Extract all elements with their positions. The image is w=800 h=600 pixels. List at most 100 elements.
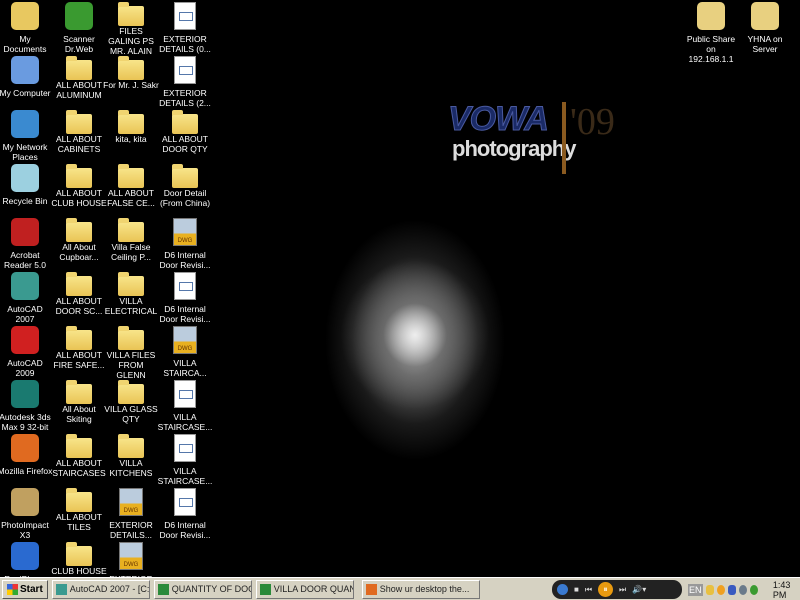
icon-label: PhotoImpact X3 bbox=[1, 520, 49, 540]
taskbar-button[interactable]: Show ur desktop the... bbox=[361, 579, 480, 599]
icon-label: VILLA FILES FROM GLENN bbox=[106, 350, 156, 380]
desktop-icon[interactable]: ALL ABOUT CLUB HOUSE bbox=[51, 162, 107, 208]
task-app-icon bbox=[259, 583, 271, 595]
icon-label: ALL ABOUT STAIRCASES bbox=[52, 458, 106, 478]
desktop-icon[interactable]: VILLA FILES FROM GLENN bbox=[103, 324, 159, 380]
dwg-file-icon: DWG bbox=[119, 542, 143, 570]
document-icon bbox=[174, 56, 196, 84]
desktop-icon[interactable]: D6 Internal Door Revisi... bbox=[157, 270, 213, 324]
dwg-file-icon: DWG bbox=[173, 326, 197, 354]
start-button[interactable]: Start bbox=[2, 579, 48, 599]
desktop-icon[interactable]: ALL ABOUT TILES bbox=[51, 486, 107, 532]
desktop-icon[interactable]: VILLA GLASS QTY bbox=[103, 378, 159, 424]
taskbar-button[interactable]: QUANTITY OF DOOR... bbox=[153, 579, 252, 599]
icon-label: ALL ABOUT CLUB HOUSE bbox=[51, 188, 107, 208]
taskbar-button[interactable]: AutoCAD 2007 - [C:\... bbox=[51, 579, 150, 599]
taskbar-button[interactable]: VILLA DOOR QUANTI... bbox=[255, 579, 354, 599]
folder-icon bbox=[66, 272, 92, 296]
desktop-icon[interactable]: ALL ABOUT DOOR QTY bbox=[157, 108, 213, 154]
shortcut-icon bbox=[11, 218, 39, 246]
desktop-icon[interactable]: Mozilla Firefox bbox=[0, 432, 53, 476]
desktop-icon[interactable]: VILLA ELECTRICAL bbox=[103, 270, 159, 316]
desktop-icon[interactable]: EXTERIOR DETAILS (0... bbox=[157, 0, 213, 54]
desktop-icon[interactable]: My Computer bbox=[0, 54, 53, 98]
desktop-icon[interactable]: My Documents bbox=[0, 0, 53, 54]
windows-flag-icon bbox=[7, 583, 18, 595]
icon-label: EXTERIOR DETAILS... bbox=[109, 520, 153, 540]
icon-label: Recycle Bin bbox=[2, 196, 48, 206]
icon-label: AutoCAD 2009 bbox=[7, 358, 43, 378]
desktop-icon[interactable]: Scanner Dr.Web bbox=[51, 0, 107, 54]
shortcut-icon bbox=[11, 2, 39, 30]
pause-button[interactable]: ⏸ bbox=[598, 582, 614, 597]
tray-antivirus-icon[interactable] bbox=[749, 584, 758, 595]
icon-label: Mozilla Firefox bbox=[0, 466, 53, 476]
volume-button[interactable]: 🔊▾ bbox=[632, 585, 646, 594]
icon-label: ALL ABOUT DOOR SC... bbox=[55, 296, 103, 316]
desktop-icon[interactable]: ALL ABOUT DOOR SC... bbox=[51, 270, 107, 316]
desktop-icon[interactable]: VILLA KITCHENS bbox=[103, 432, 159, 478]
desktop-icon[interactable]: Villa False Ceiling P... bbox=[103, 216, 159, 262]
document-icon bbox=[174, 434, 196, 462]
shortcut-icon bbox=[11, 56, 39, 84]
desktop-icon[interactable]: DWG VILLA STAIRCA... bbox=[157, 324, 213, 378]
stop-button[interactable]: ■ bbox=[574, 585, 579, 594]
desktop-icon[interactable]: EXTERIOR DETAILS (2... bbox=[157, 54, 213, 108]
media-logo-icon[interactable] bbox=[557, 584, 568, 595]
icon-label: Scanner Dr.Web bbox=[63, 34, 95, 54]
folder-icon bbox=[118, 218, 144, 242]
icon-label: ALL ABOUT TILES bbox=[56, 512, 102, 532]
desktop-icon[interactable]: Autodesk 3ds Max 9 32-bit bbox=[0, 378, 53, 432]
dwg-file-icon: DWG bbox=[119, 488, 143, 516]
desktop-icon[interactable]: FILES GALING PS MR. ALAIN bbox=[103, 0, 159, 56]
desktop-icon[interactable]: ALL ABOUT ALUMINUM bbox=[51, 54, 107, 100]
desktop-icon[interactable]: CLUB HOUSE bbox=[51, 540, 107, 576]
desktop-icon[interactable]: ALL ABOUT FIRE SAFE... bbox=[51, 324, 107, 370]
desktop-icon[interactable]: Recycle Bin bbox=[0, 162, 53, 206]
icon-label: ALL ABOUT FIRE SAFE... bbox=[53, 350, 105, 370]
document-icon bbox=[174, 272, 196, 300]
icon-label: EXTERIOR DETAILS (2... bbox=[159, 88, 211, 108]
desktop-icon[interactable]: VILLA STAIRCASE... bbox=[157, 378, 213, 432]
desktop-icon[interactable]: ALL ABOUT CABINETS bbox=[51, 108, 107, 154]
task-label: QUANTITY OF DOOR... bbox=[171, 584, 251, 594]
desktop-icon[interactable]: My Network Places bbox=[0, 108, 53, 162]
desktop-icon[interactable]: DWGEXTERIOR bbox=[103, 540, 159, 577]
document-icon bbox=[174, 488, 196, 516]
tray-monitor-icon[interactable] bbox=[727, 584, 736, 595]
language-indicator[interactable]: EN bbox=[688, 583, 703, 596]
desktop-icon[interactable]: For Mr. J. Sakr bbox=[103, 54, 159, 90]
previous-button[interactable]: ⏮ bbox=[585, 585, 592, 595]
tray-clock-icon[interactable] bbox=[738, 584, 747, 595]
desktop-icon[interactable]: YHNA on Server bbox=[737, 0, 793, 54]
desktop-icon[interactable]: kita, kita bbox=[103, 108, 159, 144]
icon-label: My Network Places bbox=[2, 142, 48, 162]
desktop-icon[interactable]: All About Skiting bbox=[51, 378, 107, 424]
desktop-icon[interactable]: ALL ABOUT STAIRCASES bbox=[51, 432, 107, 478]
desktop-icon[interactable]: Door Detail (From China) bbox=[157, 162, 213, 208]
folder-icon bbox=[66, 380, 92, 404]
desktop-icon[interactable]: All About Cupboar... bbox=[51, 216, 107, 262]
desktop-icon[interactable]: D6 Internal Door Revisi... bbox=[157, 486, 213, 540]
desktop-icon[interactable]: ALL ABOUT FALSE CE... bbox=[103, 162, 159, 208]
desktop-icon[interactable]: AutoCAD 2009 bbox=[0, 324, 53, 378]
folder-icon bbox=[118, 380, 144, 404]
tray-network-icon[interactable] bbox=[705, 584, 714, 595]
desktop-icon[interactable]: RealPlayer bbox=[0, 540, 53, 577]
desktop-icon[interactable]: DWG D6 Internal Door Revisi... bbox=[157, 216, 213, 270]
desktop-icon[interactable]: Public Share on 192.168.1.1 bbox=[683, 0, 739, 64]
desktop-icon[interactable]: DWG EXTERIOR DETAILS... bbox=[103, 486, 159, 540]
clock[interactable]: 1:43 PM bbox=[773, 580, 800, 600]
desktop-icon[interactable]: AutoCAD 2007 bbox=[0, 270, 53, 324]
icon-label: EXTERIOR DETAILS (0... bbox=[159, 34, 211, 54]
desktop-icon[interactable]: Acrobat Reader 5.0 bbox=[0, 216, 53, 270]
tray-messenger-icon[interactable] bbox=[716, 584, 725, 595]
media-player-toolbar: ■ ⏮ ⏸ ⏭ 🔊▾ bbox=[552, 580, 682, 599]
shortcut-icon bbox=[697, 2, 725, 30]
next-button[interactable]: ⏭ bbox=[619, 585, 626, 595]
icon-label: Acrobat Reader 5.0 bbox=[3, 250, 47, 270]
shortcut-icon bbox=[11, 542, 39, 570]
desktop-icon[interactable]: PhotoImpact X3 bbox=[0, 486, 53, 540]
folder-icon bbox=[118, 326, 144, 350]
desktop-icon[interactable]: VILLA STAIRCASE... bbox=[157, 432, 213, 486]
